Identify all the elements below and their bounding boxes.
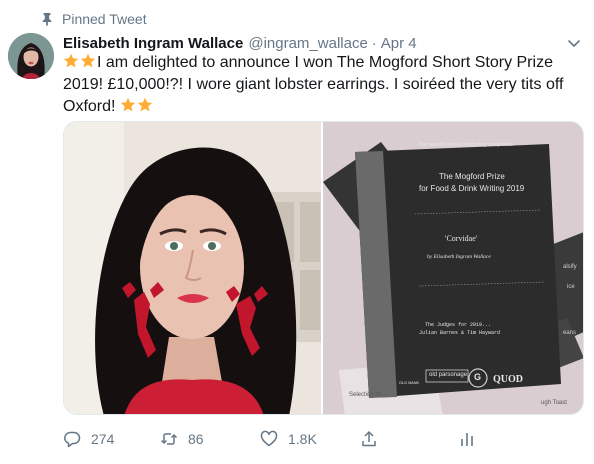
- booklet-prize-line-2: for Food & Drink Writing 2019: [419, 184, 525, 193]
- share-icon: [362, 430, 376, 447]
- retweet-count: 86: [188, 431, 204, 447]
- pinned-indicator: Pinned Tweet: [40, 9, 147, 29]
- sponsor-g-badge: G: [474, 372, 482, 382]
- tweet-timestamp[interactable]: Apr 4: [381, 35, 417, 52]
- star-emoji-icon: [80, 53, 96, 69]
- menu-text-salsify: alsify: [563, 264, 577, 270]
- menu-text-beans: eans: [563, 330, 577, 336]
- menu-text-selection: Selection of ...: [349, 392, 388, 398]
- tweet-header: Elisabeth Ingram Wallace @ingram_wallace…: [63, 33, 586, 53]
- prize-booklet-photo[interactable]: The seventh annual short story competiti…: [323, 122, 583, 414]
- tweet-text-line-3: Oxford!: [63, 98, 116, 115]
- analytics-button[interactable]: [458, 428, 486, 450]
- like-count: 1.8K: [288, 431, 317, 447]
- separator-dot: ·: [371, 34, 377, 52]
- tweet-line-3: Oxford!: [63, 96, 578, 118]
- booklet-judges-line-2: Julian Barnes & Tim Hayward: [419, 330, 501, 336]
- author-name[interactable]: Elisabeth Ingram Wallace: [63, 35, 243, 52]
- tweet-line-1: I am delighted to announce I won The Mog…: [63, 52, 578, 74]
- booklet-byline: by Elisabeth Ingram Wallace: [427, 254, 491, 260]
- star-emoji-icon: [63, 53, 79, 69]
- share-button[interactable]: [360, 428, 388, 450]
- pinned-label: Pinned Tweet: [62, 11, 147, 27]
- analytics-icon: [461, 433, 473, 446]
- tweet-line-2: 2019! £10,000!?! I wore giant lobster ea…: [63, 74, 578, 96]
- sponsor-old-parsonage: old parsonage: [429, 372, 468, 378]
- chevron-down-icon[interactable]: [566, 35, 582, 51]
- star-emoji-icon: [137, 97, 153, 113]
- reply-button[interactable]: 274: [63, 428, 114, 450]
- booklet-edition-text: The seventh annual short story competiti…: [418, 142, 514, 148]
- tweet-body: I am delighted to announce I won The Mog…: [63, 52, 578, 118]
- avatar[interactable]: [8, 33, 54, 79]
- reply-count: 274: [91, 431, 115, 447]
- tweet-media: The seventh annual short story competiti…: [63, 121, 584, 415]
- reply-icon: [64, 431, 81, 448]
- sponsor-old-bank: OLD BANK: [399, 380, 420, 385]
- selfie-photo[interactable]: [64, 122, 321, 414]
- like-button[interactable]: 1.8K: [260, 428, 317, 450]
- retweet-icon: [160, 433, 178, 445]
- sponsor-quod: QUOD: [493, 374, 523, 385]
- booklet-judges-line-1: The Judges for 2019...: [425, 322, 492, 328]
- menu-text-ice: ice: [567, 284, 575, 290]
- author-handle[interactable]: @ingram_wallace: [248, 35, 367, 52]
- heart-icon: [260, 430, 278, 447]
- booklet-story-title: 'Corvidae': [445, 234, 478, 243]
- tweet-text-line-2: 2019! £10,000!?! I wore giant lobster ea…: [63, 76, 564, 93]
- menu-text-toast: ugh Toast: [541, 400, 567, 406]
- star-emoji-icon: [120, 97, 136, 113]
- tweet-text-line-1: I am delighted to announce I won The Mog…: [97, 54, 553, 71]
- booklet-prize-line-1: The Mogford Prize: [439, 172, 505, 181]
- pin-icon: [40, 11, 54, 27]
- retweet-button[interactable]: 86: [160, 428, 204, 450]
- tweet-actions: 274 86 1.8K: [63, 428, 483, 450]
